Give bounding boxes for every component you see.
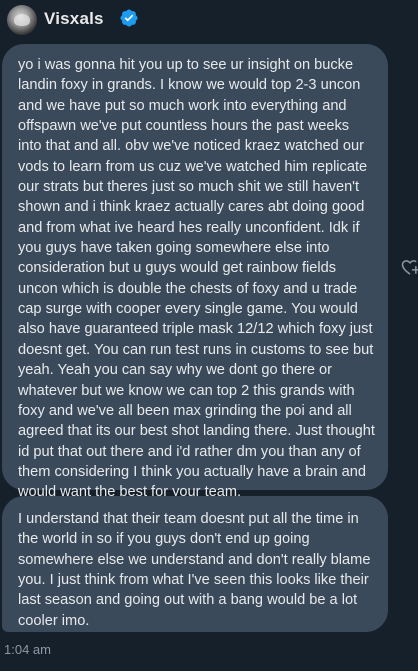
add-reaction-icon[interactable]: [400, 257, 418, 277]
conversation-header: Visxals: [0, 0, 418, 42]
message-bubble[interactable]: I understand that their team doesnt put …: [2, 496, 388, 632]
message-bubble[interactable]: yo i was gonna hit you up to see ur insi…: [2, 44, 388, 500]
message-timestamp: 1:04 am: [4, 642, 51, 657]
avatar[interactable]: [7, 5, 37, 35]
message-text: yo i was gonna hit you up to see ur insi…: [18, 57, 375, 501]
verified-badge-icon: [120, 9, 138, 27]
message-text: I understand that their team doesnt put …: [18, 511, 371, 629]
username[interactable]: Visxals: [44, 9, 104, 29]
